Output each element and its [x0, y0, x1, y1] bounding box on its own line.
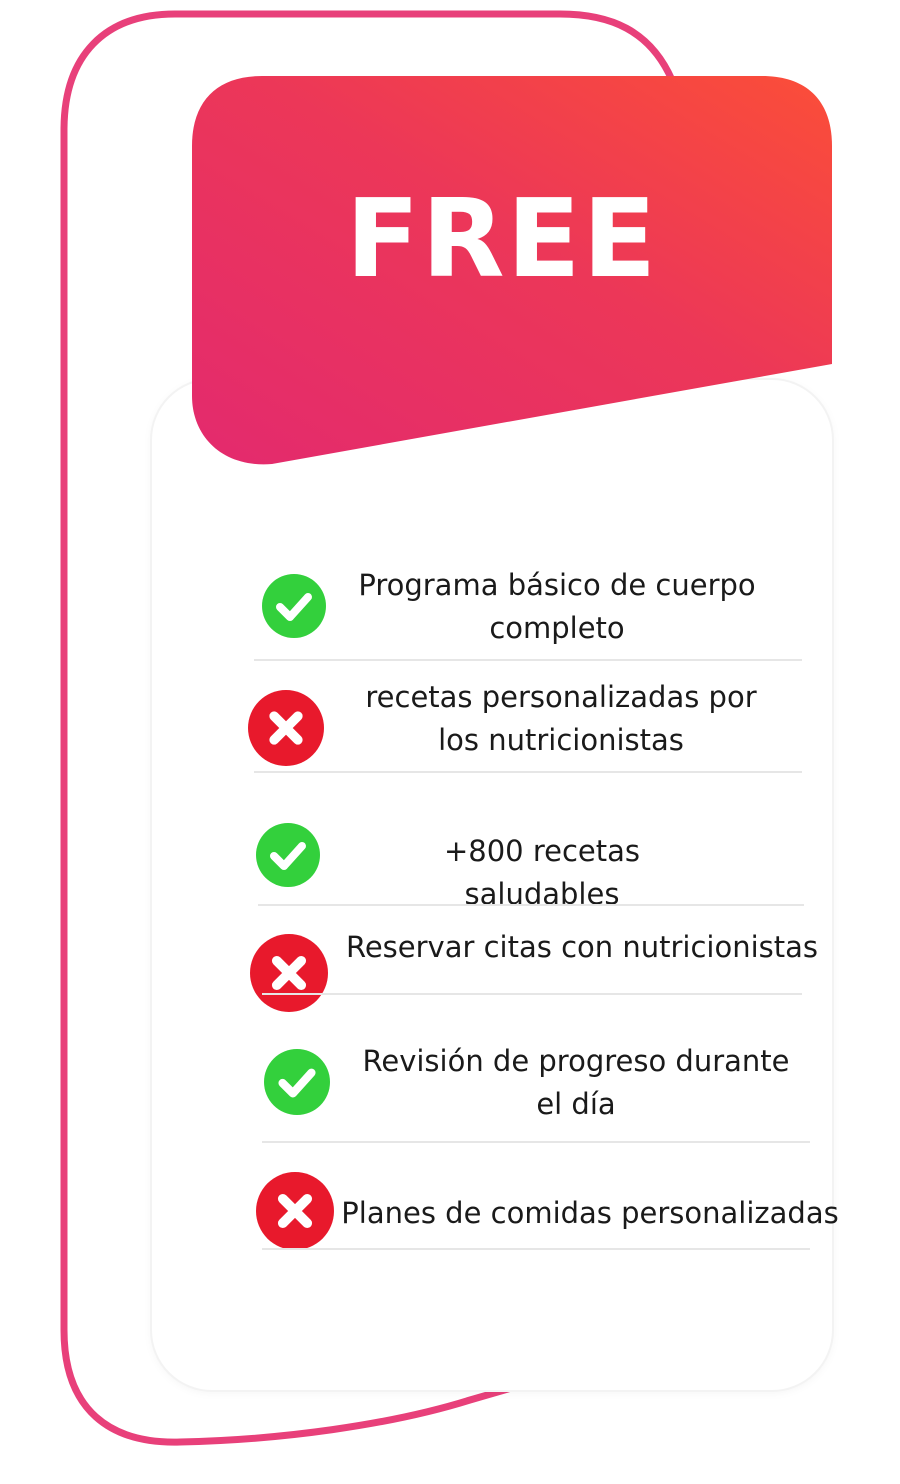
cross-icon	[250, 934, 328, 1012]
cross-icon	[248, 690, 324, 766]
plan-title: FREE	[345, 177, 659, 302]
check-icon	[262, 574, 326, 638]
feature-divider	[254, 771, 802, 773]
feature-label: Planes de comidas personalizadas	[341, 1196, 839, 1230]
feature-label: Revisión de progreso durante el día	[362, 1044, 790, 1121]
cross-icon	[256, 1172, 334, 1250]
feature-divider	[258, 904, 804, 906]
check-icon	[256, 823, 320, 887]
feature-label: Programa básico de cuerpo completo	[358, 568, 756, 645]
feature-divider	[262, 1248, 810, 1250]
feature-divider	[262, 993, 802, 995]
feature-divider	[254, 659, 802, 661]
feature-divider	[262, 1141, 810, 1143]
feature-label: recetas personalizadas por los nutricion…	[365, 680, 757, 757]
feature-label: Reservar citas con nutricionistas	[345, 930, 819, 964]
check-icon	[264, 1049, 330, 1115]
